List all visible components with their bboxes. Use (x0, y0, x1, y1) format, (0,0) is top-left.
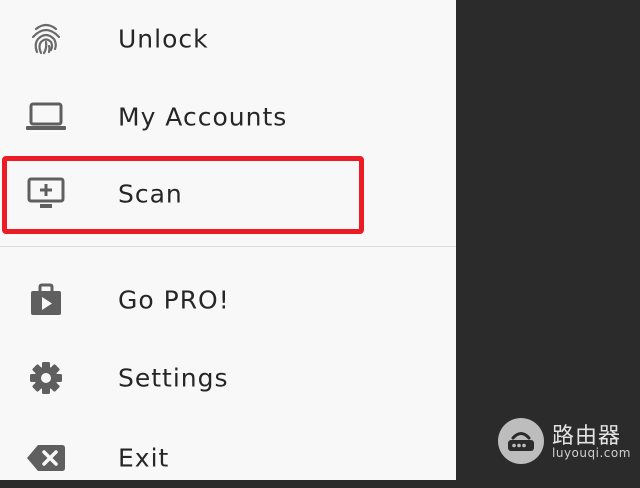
menu-item-my-accounts[interactable]: My Accounts (0, 87, 456, 147)
fingerprint-icon (26, 19, 66, 59)
menu-item-label: Unlock (118, 24, 209, 54)
watermark-subtitle: luyouqi.com (552, 446, 631, 460)
laptop-icon (26, 97, 66, 137)
menu-item-label: My Accounts (118, 102, 288, 132)
gear-icon (26, 358, 66, 398)
navigation-drawer: Unlock My Accounts Scan Go PRO! Settings… (0, 0, 456, 480)
menu-item-unlock[interactable]: Unlock (0, 9, 456, 69)
background-overlay[interactable] (456, 0, 640, 480)
menu-item-label: Settings (118, 363, 229, 393)
menu-item-label: Exit (118, 443, 170, 473)
menu-item-go-pro[interactable]: Go PRO! (0, 270, 456, 330)
menu-item-label: Go PRO! (118, 285, 230, 315)
shop-play-icon (26, 280, 66, 320)
backspace-close-icon (26, 438, 66, 478)
menu-divider (0, 246, 456, 247)
scan-highlight-box (2, 156, 364, 234)
router-logo-icon (498, 418, 544, 464)
watermark: 路由器 luyouqi.com (498, 416, 638, 468)
menu-item-exit[interactable]: Exit (0, 428, 456, 488)
menu-item-settings[interactable]: Settings (0, 348, 456, 408)
